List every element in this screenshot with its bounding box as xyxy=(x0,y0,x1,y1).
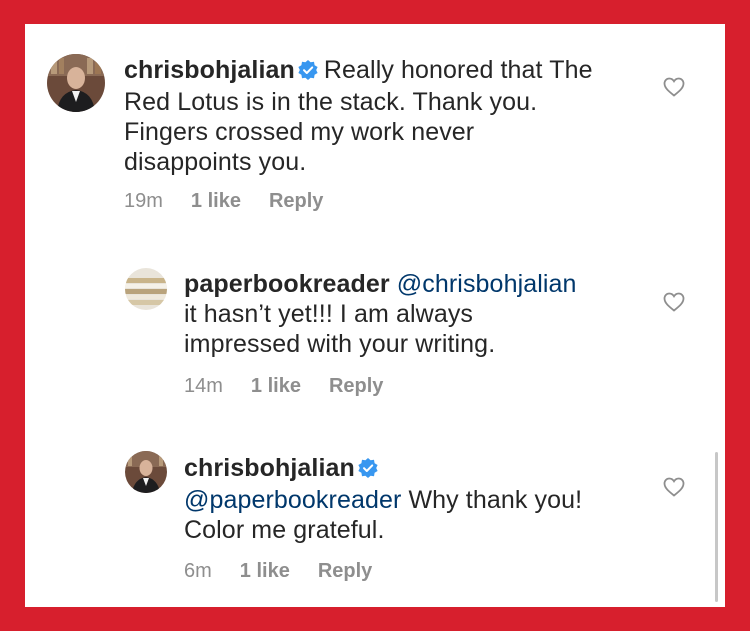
verified-badge-icon xyxy=(298,57,318,87)
avatar[interactable] xyxy=(125,268,167,310)
scrollbar[interactable] xyxy=(715,452,718,602)
comment-username[interactable]: chrisbohjalian xyxy=(124,56,295,84)
verified-badge-icon xyxy=(358,455,378,485)
likes-count[interactable]: 1 like xyxy=(251,375,301,397)
likes-count[interactable]: 1 like xyxy=(191,190,241,212)
comment-text-line: Color me grateful. xyxy=(184,516,385,544)
heart-icon[interactable] xyxy=(663,292,685,317)
comment-body: chrisbohjalian @paperbookreader Why than… xyxy=(184,453,644,545)
heart-icon[interactable] xyxy=(663,77,685,102)
comment-meta: 19m 1 like Reply xyxy=(124,190,351,213)
comment-body: chrisbohjalian Really honored that The Re… xyxy=(124,55,644,177)
comment-username[interactable]: chrisbohjalian xyxy=(184,454,355,482)
reply-button[interactable]: Reply xyxy=(269,190,323,212)
comment-text-line: Red Lotus is in the stack. Thank you. xyxy=(124,88,538,116)
mention-link[interactable]: @paperbookreader xyxy=(184,486,401,514)
comment-time: 6m xyxy=(184,560,212,582)
comment-body: paperbookreader @chrisbohjalian it hasn’… xyxy=(184,269,644,359)
avatar[interactable] xyxy=(125,451,167,493)
comment-text-line: Why thank you! xyxy=(408,486,583,514)
avatar[interactable] xyxy=(47,54,105,112)
comment-text-line: disappoints you. xyxy=(124,148,307,176)
comment-time: 14m xyxy=(184,375,223,397)
heart-icon[interactable] xyxy=(663,477,685,502)
comment-text-line: Fingers crossed my work never xyxy=(124,118,475,146)
comment-text-line: it hasn’t yet!!! I am always xyxy=(184,300,474,328)
comment-username[interactable]: paperbookreader xyxy=(184,270,390,298)
reply-button[interactable]: Reply xyxy=(329,375,383,397)
reply-button[interactable]: Reply xyxy=(318,560,372,582)
comment-text-line: impressed with your writing. xyxy=(184,330,496,358)
comment-meta: 14m 1 like Reply xyxy=(184,375,411,398)
comment-meta: 6m 1 like Reply xyxy=(184,560,400,583)
likes-count[interactable]: 1 like xyxy=(240,560,290,582)
mention-link[interactable]: @chrisbohjalian xyxy=(397,270,577,298)
comment-time: 19m xyxy=(124,190,163,212)
comment-text-line: Really honored that The xyxy=(323,56,593,84)
